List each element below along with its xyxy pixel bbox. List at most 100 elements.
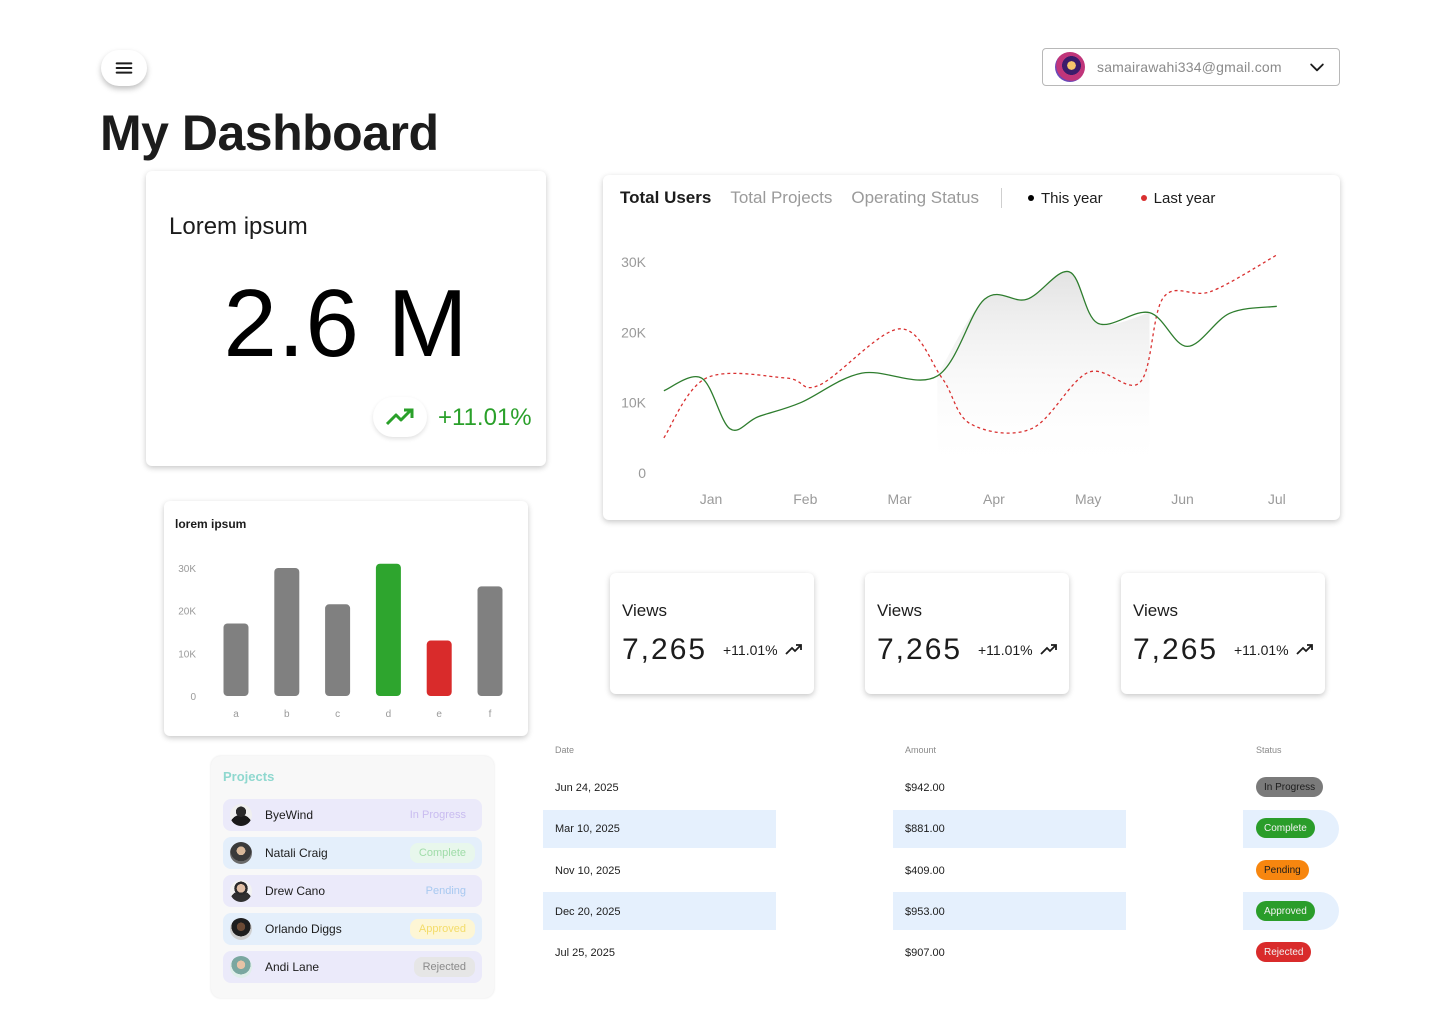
- y-tick-label: 30K: [178, 564, 196, 575]
- users-line-chart: 0 10K 20K 30K Jan Feb Mar Apr May Jun Jul: [621, 254, 1286, 507]
- trending-up-icon: [1040, 644, 1057, 655]
- project-row[interactable]: Drew Cano Pending: [223, 875, 482, 907]
- project-row[interactable]: Orlando Diggs Approved: [223, 913, 482, 945]
- views-change: +11.01%: [978, 642, 1033, 658]
- table-cell-amount: $907.00: [905, 947, 945, 959]
- avatar: [1055, 52, 1085, 82]
- tab-operating-status[interactable]: Operating Status: [851, 188, 979, 208]
- x-tick-label: Jun: [1171, 491, 1194, 507]
- y-tick-label: 10K: [178, 649, 196, 660]
- avatar: [230, 842, 252, 864]
- summary-change: +11.01%: [438, 404, 532, 431]
- trending-up-icon: [785, 644, 802, 655]
- x-tick-label: d: [386, 709, 392, 720]
- status-badge: Approved: [1256, 901, 1315, 921]
- project-row[interactable]: Andi Lane Rejected: [223, 951, 482, 983]
- avatar: [230, 918, 252, 940]
- project-row[interactable]: ByeWind In Progress: [223, 799, 482, 831]
- menu-button[interactable]: [101, 50, 147, 86]
- status-badge: In Progress: [409, 809, 466, 821]
- y-tick-label: 30K: [621, 254, 647, 270]
- avatar: [230, 880, 252, 902]
- area-shade: [937, 271, 1150, 473]
- status-badge: Pending: [1256, 860, 1309, 880]
- table-cell-date: Nov 10, 2025: [555, 865, 621, 877]
- trending-up-icon: [385, 408, 414, 426]
- views-value: 7,265: [622, 633, 708, 666]
- hamburger-icon: [115, 62, 133, 74]
- y-tick-label: 0: [638, 465, 646, 481]
- views-value: 7,265: [877, 633, 963, 666]
- tab-divider: [1000, 188, 1002, 208]
- views-label: Views: [622, 601, 668, 620]
- tab-total-projects[interactable]: Total Projects: [730, 188, 832, 208]
- views-card: Views 7,265 +11.01%: [1121, 573, 1325, 694]
- bar-e: [426, 640, 452, 696]
- project-name: Orlando Diggs: [265, 922, 342, 936]
- table-header-status: Status: [1256, 745, 1282, 755]
- tab-total-users[interactable]: Total Users: [620, 188, 711, 208]
- project-row[interactable]: Natali Craig Complete: [223, 837, 482, 869]
- views-change: +11.01%: [723, 642, 778, 658]
- x-tick-label: f: [489, 709, 492, 720]
- y-tick-label: 20K: [178, 607, 196, 618]
- table-cell-date: Dec 20, 2025: [555, 906, 621, 918]
- table-cell-date: Jun 24, 2025: [555, 782, 619, 794]
- project-name: Drew Cano: [265, 884, 326, 898]
- users-line-chart-card: 0 10K 20K 30K Jan Feb Mar Apr May Jun Jul Total Us…: [603, 175, 1340, 520]
- x-tick-label: c: [335, 709, 340, 720]
- status-badge: Pending: [425, 885, 466, 897]
- trend-chip: [373, 397, 427, 437]
- bar-a: [223, 623, 249, 696]
- views-card: Views 7,265 +11.01%: [610, 573, 814, 694]
- bar-d: [375, 563, 401, 696]
- projects-title: Projects: [223, 769, 275, 784]
- project-name: Natali Craig: [265, 846, 328, 860]
- trending-up-icon: [1296, 644, 1313, 655]
- bar-f: [477, 586, 503, 696]
- table-cell-amount: $881.00: [905, 823, 945, 835]
- views-change: +11.01%: [1234, 642, 1289, 658]
- table-cell-amount: $942.00: [905, 782, 945, 794]
- legend-label: Last year: [1153, 189, 1216, 207]
- status-badge: Complete: [409, 843, 475, 863]
- table-cell-amount: $953.00: [905, 906, 945, 918]
- status-badge: In Progress: [1256, 777, 1324, 797]
- status-badge: Rejected: [1256, 942, 1312, 962]
- table-cell-amount: $409.00: [905, 865, 945, 877]
- x-tick-label: May: [1075, 491, 1101, 507]
- y-tick-label: 0: [190, 692, 196, 703]
- project-name: ByeWind: [265, 808, 314, 822]
- table-header-amount: Amount: [905, 745, 937, 755]
- x-tick-label: Feb: [793, 491, 817, 507]
- legend-dot: [1140, 195, 1147, 201]
- table-header-date: Date: [555, 745, 575, 755]
- projects-panel: Projects ByeWind In Progress Natali Crai…: [211, 756, 494, 998]
- views-label: Views: [1133, 601, 1179, 620]
- bar-chart-card: lorem ipsum 0 10K 20K 30K a b c d e f: [164, 501, 528, 736]
- views-value: 7,265: [1133, 633, 1219, 666]
- account-email: samairawahi334@gmail.com: [1097, 59, 1282, 75]
- bar-chart: 0 10K 20K 30K a b c d e f: [178, 563, 503, 720]
- x-tick-label: b: [284, 709, 290, 720]
- views-card: Views 7,265 +11.01%: [865, 573, 1069, 694]
- bar-b: [274, 568, 300, 696]
- y-tick-label: 20K: [621, 324, 647, 340]
- legend-dot: [1027, 195, 1034, 201]
- x-tick-label: Apr: [983, 491, 1005, 507]
- status-badge: Approved: [409, 919, 475, 939]
- account-dropdown[interactable]: samairawahi334@gmail.com: [1042, 48, 1340, 86]
- legend-this-year: This year: [1027, 189, 1103, 207]
- summary-label: Lorem ipsum: [169, 213, 308, 240]
- y-tick-label: 10K: [621, 395, 647, 411]
- legend-label: This year: [1040, 189, 1103, 207]
- summary-value: 2.6 M: [223, 270, 469, 377]
- project-name: Andi Lane: [265, 960, 320, 974]
- summary-card: Lorem ipsum 2.6 M +11.01%: [146, 171, 546, 466]
- views-label: Views: [877, 601, 923, 620]
- x-tick-label: Mar: [888, 491, 912, 507]
- x-tick-label: Jul: [1268, 491, 1286, 507]
- legend-last-year: Last year: [1140, 189, 1216, 207]
- table-cell-date: Jul 25, 2025: [555, 947, 615, 959]
- status-badge: Complete: [1256, 818, 1315, 838]
